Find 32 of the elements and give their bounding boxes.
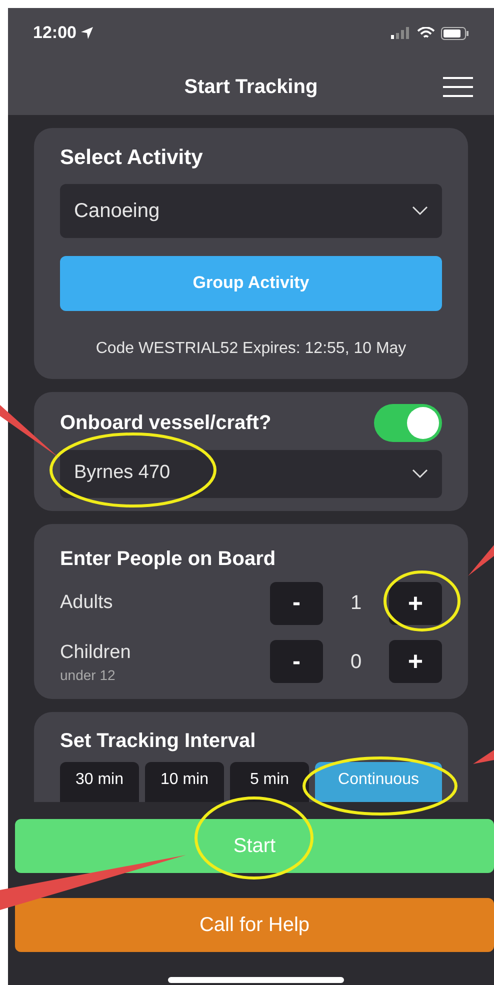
status-time: 12:00: [33, 22, 76, 44]
code-text: Code WESTRIAL52 Expires: 12:55, 10 May: [94, 338, 408, 358]
wifi-icon: [417, 26, 435, 40]
battery-icon: [441, 26, 469, 40]
pointer-arrow: [473, 750, 494, 764]
card-title: Onboard vessel/craft?: [60, 410, 272, 436]
interval-option[interactable]: 30 min: [60, 762, 139, 802]
increment-button[interactable]: +: [389, 582, 442, 624]
vessel-select[interactable]: Byrnes 470: [60, 450, 442, 498]
menu-icon[interactable]: [442, 76, 474, 98]
chevron-down-icon: [412, 468, 428, 478]
toggle-switch[interactable]: [374, 404, 442, 442]
increment-button[interactable]: +: [389, 640, 442, 683]
interval-option[interactable]: 10 min: [145, 762, 224, 802]
pointer-arrow: [468, 545, 494, 576]
count-value: 0: [349, 650, 363, 674]
pointer-arrow: [0, 405, 58, 457]
row-label: Adults: [60, 590, 113, 615]
location-arrow-icon: [80, 26, 94, 40]
card-title: Enter People on Board: [60, 546, 277, 572]
row-sublabel: under 12: [60, 667, 116, 684]
row-label: Children: [60, 640, 131, 664]
signal-icon: [391, 27, 411, 39]
activity-select[interactable]: Canoeing: [60, 184, 442, 238]
card-title: Set Tracking Interval: [60, 728, 257, 754]
card-title: Select Activity: [60, 145, 204, 171]
decrement-button[interactable]: -: [270, 640, 323, 683]
screen-title: Start Tracking: [184, 74, 318, 100]
count-value: 1: [349, 591, 363, 616]
interval-option[interactable]: 5 min: [230, 762, 309, 802]
decrement-button[interactable]: -: [270, 582, 323, 624]
chevron-down-icon: [412, 206, 428, 216]
